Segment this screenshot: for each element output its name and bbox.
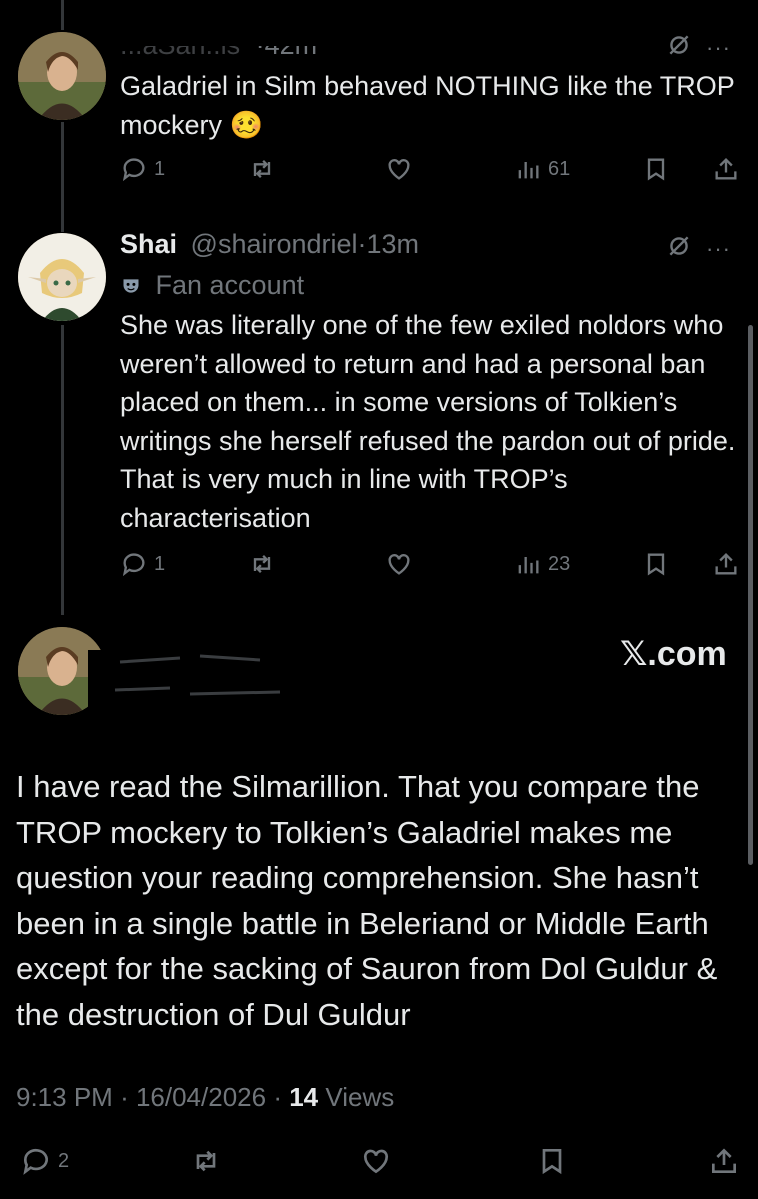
thread-line-top: [61, 0, 64, 30]
bookmark-icon: [647, 553, 665, 576]
share-icon: [715, 158, 737, 180]
fan-account-label: Fan account: [155, 270, 305, 300]
more-icon[interactable]: ···: [706, 35, 731, 61]
grok-icon[interactable]: [666, 32, 692, 63]
main-tweet-text: I have read the Silmarillion. That you c…: [16, 769, 718, 1032]
views-count: 14: [289, 1082, 319, 1112]
redaction: [118, 28, 418, 46]
share-button[interactable]: [712, 550, 740, 578]
redaction-scribble: [110, 650, 300, 710]
tweet2-top-icons: ···: [666, 233, 731, 264]
reply-button[interactable]: 2: [20, 1145, 69, 1177]
repost-icon: [253, 555, 271, 573]
views-button[interactable]: 61: [514, 155, 570, 183]
avatar[interactable]: [18, 233, 106, 321]
main-tweet-meta: 9:13 PM · 16/04/2026 · 14 Views: [16, 1082, 395, 1112]
analytics-icon: [518, 557, 539, 574]
tweet2-time[interactable]: ·13m: [358, 229, 420, 259]
x-watermark: 𝕏.com: [620, 635, 727, 673]
tweet1-actions: 1 61: [120, 155, 742, 191]
avatar[interactable]: [18, 32, 106, 120]
views-button[interactable]: 23: [514, 550, 570, 578]
heart-icon: [363, 1149, 389, 1174]
tweet2-actions: 1 23: [120, 550, 742, 586]
grok-icon[interactable]: [666, 233, 692, 264]
share-button[interactable]: [712, 155, 740, 183]
thread-line-1: [61, 122, 64, 232]
reply-button[interactable]: 1: [120, 550, 165, 578]
share-icon: [712, 1148, 736, 1173]
repost-button[interactable]: [190, 1145, 222, 1177]
tweet-date[interactable]: 16/04/2026: [136, 1082, 266, 1112]
like-button[interactable]: [385, 550, 413, 578]
tweet2-header: Shai @shairondriel·13m: [120, 229, 419, 260]
views-label: Views: [325, 1082, 395, 1112]
scrollbar[interactable]: [748, 325, 753, 865]
repost-icon: [196, 1150, 216, 1172]
main-tweet-actions: 2: [16, 1145, 746, 1181]
analytics-icon: [518, 162, 539, 179]
heart-icon: [388, 159, 410, 180]
bookmark-icon: [542, 1149, 562, 1175]
tweet-time[interactable]: 9:13 PM: [16, 1082, 113, 1112]
share-icon: [715, 553, 737, 575]
repost-button[interactable]: [248, 550, 276, 578]
bookmark-icon: [647, 158, 665, 181]
share-button[interactable]: [708, 1145, 740, 1177]
reply-icon: [122, 158, 145, 182]
reply-icon: [122, 553, 145, 577]
bookmark-button[interactable]: [642, 155, 670, 183]
heart-icon: [388, 554, 410, 575]
like-button[interactable]: [385, 155, 413, 183]
tweet1-top-icons: ···: [666, 32, 731, 63]
like-button[interactable]: [360, 1145, 392, 1177]
reply-icon: [23, 1148, 48, 1175]
reply-button[interactable]: 1: [120, 155, 165, 183]
tweet2-text: She was literally one of the few exiled …: [120, 310, 736, 533]
bookmark-button[interactable]: [642, 550, 670, 578]
bookmark-button[interactable]: [536, 1145, 568, 1177]
tweet2-name[interactable]: Shai: [120, 229, 177, 259]
repost-button[interactable]: [248, 155, 276, 183]
tweet2-handle[interactable]: @shairondriel: [191, 229, 358, 259]
repost-icon: [253, 160, 271, 178]
mask-icon: [120, 272, 142, 293]
fan-account-badge: Fan account: [120, 270, 304, 301]
thread-line-2: [61, 325, 64, 615]
tweet1-text: Galadriel in Silm behaved NOTHING like t…: [120, 71, 735, 140]
more-icon[interactable]: ···: [706, 236, 731, 262]
